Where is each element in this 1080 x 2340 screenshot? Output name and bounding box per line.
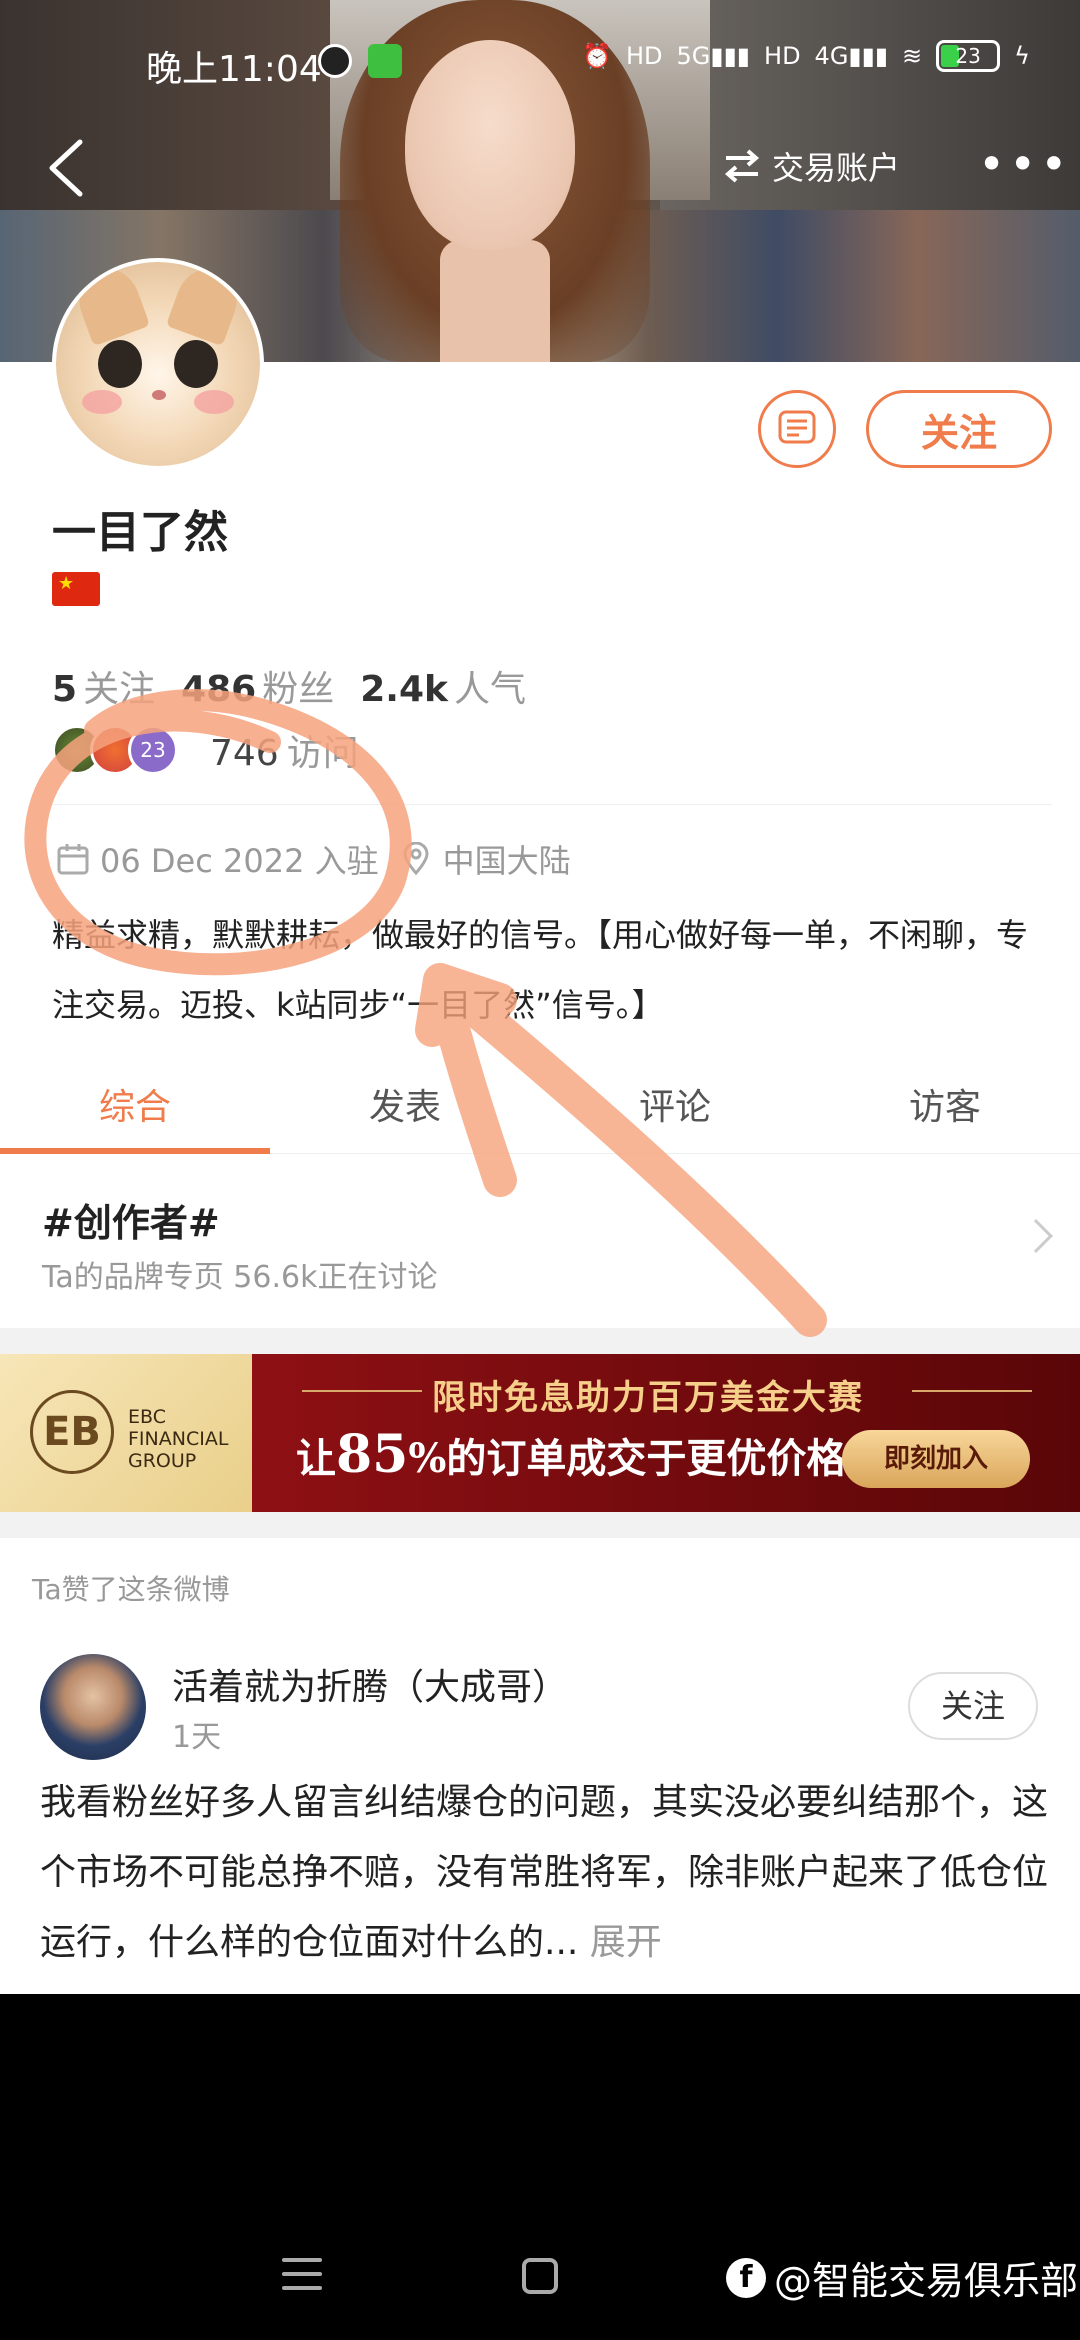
battery-icon: 23 — [936, 40, 1001, 72]
ad-headline: 限时免息助力百万美金大赛 — [432, 1378, 864, 1418]
stat-following[interactable]: 5 关注 — [52, 660, 155, 712]
watermark-text: @智能交易俱乐部 — [774, 2259, 1079, 2303]
ebc-logo-mark: EB — [30, 1390, 114, 1474]
ad-banner[interactable]: EB EBC FINANCIAL GROUP 限时免息助力百万美金大赛 让85%的订… — [0, 1354, 1080, 1512]
tab-comments[interactable]: 评论 — [540, 1078, 810, 1130]
trade-account-button[interactable]: 交易账户 — [722, 138, 900, 194]
menu-nav-icon[interactable] — [282, 2258, 322, 2294]
more-options-button[interactable]: ••• — [978, 141, 1071, 187]
location: 中国大陆 — [442, 842, 571, 880]
ad-join-button[interactable]: 即刻加入 — [842, 1430, 1030, 1488]
avatar[interactable] — [52, 258, 264, 470]
watermark: f @智能交易俱乐部 — [726, 2250, 1078, 2305]
profile-tabs: 综合 发表 评论 访客 — [0, 1038, 1080, 1154]
home-nav-icon[interactable] — [522, 2258, 558, 2294]
follow-button[interactable]: 关注 — [866, 390, 1052, 468]
wechat-notification-icon — [368, 44, 402, 78]
swap-icon — [724, 149, 760, 183]
divider — [52, 804, 1052, 805]
topic-card[interactable]: #创作者# Ta的品牌专页 56.6k正在讨论 — [0, 1160, 1080, 1328]
ad-tagline: 让85%的订单成交于更优价格 — [296, 1424, 847, 1485]
status-icons: ⏰ HD 5G▮▮▮ HD 4G▮▮▮ ≋ 23 ϟ — [582, 40, 1030, 72]
profile-stats: 5 关注 486 粉丝 2.4k 人气 — [52, 660, 526, 712]
battery-level: 23 — [955, 44, 981, 68]
topic-title: #创作者# — [42, 1201, 220, 1245]
calendar-icon — [57, 844, 89, 875]
profile-meta: 06 Dec 2022 入驻 中国大陆 — [56, 836, 571, 882]
wifi-icon: ≋ — [902, 42, 923, 70]
post-text[interactable]: 我看粉丝好多人留言纠结爆仓的问题，其实没必要纠结那个，这个市场不可能总挣不赔，没… — [40, 1768, 1050, 1978]
location-icon — [403, 842, 429, 876]
section-gap — [0, 1512, 1080, 1538]
ebc-logo: EB EBC FINANCIAL GROUP — [0, 1354, 252, 1512]
post-time: 1天 — [172, 1720, 222, 1755]
message-button[interactable] — [758, 390, 836, 468]
back-button[interactable] — [38, 128, 98, 208]
trade-account-label: 交易账户 — [772, 149, 901, 187]
post-author-avatar[interactable] — [40, 1654, 146, 1760]
liked-label: Ta赞了这条微博 — [32, 1573, 230, 1606]
join-date: 06 Dec 2022 入驻 — [100, 842, 379, 880]
5g-signal-icon: 5G▮▮▮ — [676, 42, 751, 70]
bio: 精益求精，默默耕耘，做最好的信号。【用心做好每一单，不闲聊，专注交易。迈投、k站… — [52, 916, 1029, 1024]
alarm-icon: ⏰ — [582, 42, 612, 70]
topic-subtitle: Ta的品牌专页 56.6k正在讨论 — [42, 1260, 438, 1295]
visits-count: 746 访问 — [210, 733, 359, 774]
tab-visitors[interactable]: 访客 — [810, 1078, 1080, 1130]
hd-icon: HD — [625, 42, 663, 70]
message-icon — [778, 410, 816, 444]
4g-signal-icon: 4G▮▮▮ — [814, 42, 889, 70]
status-bar: 晚上11:04 ⏰ HD 5G▮▮▮ HD 4G▮▮▮ ≋ 23 ϟ — [0, 28, 1080, 98]
app-notification-icon — [318, 44, 352, 78]
charging-icon: ϟ — [1014, 42, 1030, 70]
post-follow-button[interactable]: 关注 — [908, 1672, 1038, 1740]
china-flag-icon: ★ — [52, 572, 100, 606]
screen: 晚上11:04 ⏰ HD 5G▮▮▮ HD 4G▮▮▮ ≋ 23 ϟ 交易账户 … — [0, 0, 1080, 2340]
ad-body: 限时免息助力百万美金大赛 让85%的订单成交于更优价格 即刻加入 — [252, 1354, 1080, 1512]
chevron-right-icon — [1019, 1219, 1053, 1253]
ebc-logo-text: EBC FINANCIAL GROUP — [128, 1406, 229, 1472]
expand-link[interactable]: 展开 — [590, 1922, 662, 1963]
username: 一目了然 — [52, 507, 228, 558]
tab-posts[interactable]: 发表 — [270, 1078, 540, 1130]
hd-icon-2: HD — [764, 42, 801, 70]
status-time: 晚上11:04 — [146, 49, 322, 90]
facebook-icon: f — [726, 2257, 766, 2298]
visitor-count-badge: 23 — [128, 725, 178, 775]
section-gap — [0, 1328, 1080, 1354]
stat-popularity[interactable]: 2.4k 人气 — [360, 660, 526, 712]
visitors-row[interactable]: 23 746 访问 — [52, 724, 359, 776]
post-author-name[interactable]: 活着就为折腾（大成哥） — [172, 1658, 568, 1710]
active-tab-indicator — [0, 1148, 270, 1154]
back-arrow-icon — [49, 139, 83, 197]
stat-followers[interactable]: 486 粉丝 — [181, 660, 334, 712]
tab-overview[interactable]: 综合 — [0, 1078, 270, 1130]
